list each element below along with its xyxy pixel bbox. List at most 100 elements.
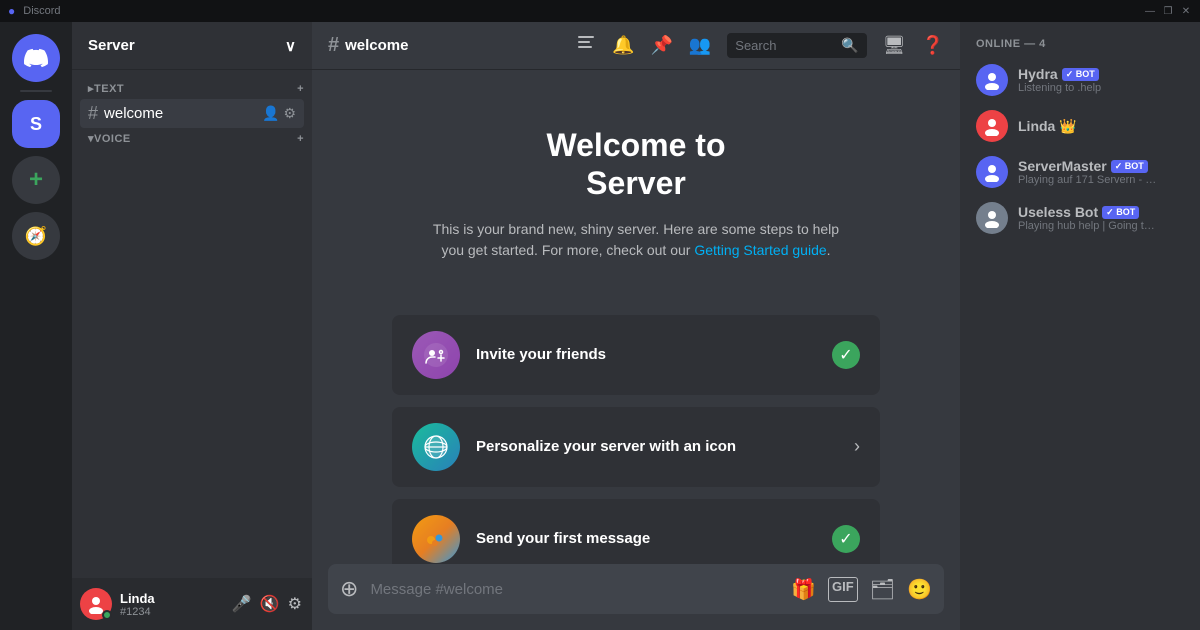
user-tag: #1234: [120, 606, 222, 618]
user-info: Linda #1234: [120, 591, 222, 618]
invite-icon: [412, 331, 460, 379]
message-attach-button[interactable]: ⊕: [340, 564, 358, 614]
header-actions: 🔔 📌 👥 🔍 🖥 ❓: [576, 33, 944, 58]
member-name-hydra: Hydra: [1018, 66, 1058, 82]
emoji-button[interactable]: 🙂: [907, 577, 932, 602]
help-icon[interactable]: ❓: [922, 35, 944, 56]
member-avatar-hydra: [976, 64, 1008, 96]
server-header[interactable]: Server ∨: [72, 22, 312, 70]
server-list: S + 🧭: [0, 22, 72, 630]
member-name-servermaster: ServerMaster: [1018, 158, 1107, 174]
settings-icon[interactable]: ⚙: [283, 105, 296, 122]
message-input-bar: ⊕ 🎁 GIF 🗂 🙂: [328, 564, 944, 614]
members-icon[interactable]: 👥: [689, 35, 711, 56]
notification-icon[interactable]: 🔔: [612, 35, 634, 56]
servermaster-bot-badge: ✓ BOT: [1111, 160, 1148, 173]
send-message-label: Send your first message: [476, 530, 816, 547]
discord-home-button[interactable]: [12, 34, 60, 82]
title-bar-text: Discord: [23, 5, 60, 17]
member-name-linda: Linda: [1018, 118, 1055, 134]
user-avatar: [80, 588, 112, 620]
uselessbot-bot-badge: ✓ BOT: [1102, 206, 1139, 219]
main-content: # welcome 🔔 📌 👥 🔍 🖥: [312, 22, 960, 630]
member-status-uselessbot: Playing hub help | Going to sle...: [1018, 220, 1158, 232]
category-text[interactable]: ▸ TEXT +: [72, 78, 312, 99]
server-dropdown-icon: ∨: [285, 37, 296, 55]
invite-check: ✓: [832, 341, 860, 369]
mute-button[interactable]: 🎤: [230, 592, 254, 616]
message-input[interactable]: [370, 569, 779, 610]
search-icon: 🔍: [841, 37, 858, 54]
channel-welcome[interactable]: # welcome 👤 ⚙: [80, 99, 304, 128]
search-input[interactable]: [735, 38, 835, 53]
minimize-button[interactable]: —: [1144, 5, 1156, 17]
inbox-icon[interactable]: 🖥: [883, 35, 906, 56]
user-name: Linda: [120, 591, 222, 606]
message-input-actions: 🎁 GIF 🗂 🙂: [791, 577, 932, 602]
members-list: ONLINE — 4 Hydra ✓ BOT Listening to .hel…: [960, 22, 1200, 630]
member-avatar-linda: [976, 110, 1008, 142]
user-controls: 🎤 🔇 ⚙: [230, 592, 304, 616]
welcome-desc: This is your brand new, shiny server. He…: [412, 219, 860, 261]
checklist-message[interactable]: Send your first message ✓: [392, 499, 880, 564]
invite-label: Invite your friends: [476, 346, 816, 363]
category-voice-label: VOICE: [94, 133, 131, 145]
close-button[interactable]: ✕: [1180, 5, 1192, 17]
channel-list: ▸ TEXT + # welcome 👤 ⚙ ▾ VOICE +: [72, 70, 312, 578]
channel-hash: #: [328, 34, 339, 57]
user-bar: Linda #1234 🎤 🔇 ⚙: [72, 578, 312, 630]
chat-header: # welcome 🔔 📌 👥 🔍 🖥: [312, 22, 960, 70]
member-hydra[interactable]: Hydra ✓ BOT Listening to .help: [968, 58, 1192, 102]
category-voice[interactable]: ▾ VOICE +: [72, 128, 312, 149]
title-bar: ● Discord — ❐ ✕: [0, 0, 1200, 22]
checklist-invite[interactable]: Invite your friends ✓: [392, 315, 880, 395]
channel-header-name: welcome: [345, 37, 408, 54]
add-server-button[interactable]: +: [12, 156, 60, 204]
message-icon: [412, 515, 460, 563]
hydra-bot-badge: ✓ BOT: [1062, 68, 1099, 81]
member-info-uselessbot: Useless Bot ✓ BOT Playing hub help | Goi…: [1018, 204, 1184, 232]
channel-name: welcome: [104, 105, 163, 122]
member-info-hydra: Hydra ✓ BOT Listening to .help: [1018, 66, 1184, 94]
getting-started-link[interactable]: Getting Started guide: [694, 242, 826, 258]
channel-sidebar: Server ∨ ▸ TEXT + # welcome 👤 ⚙ ▾ VOICE …: [72, 22, 312, 630]
window-controls: — ❐ ✕: [1144, 5, 1192, 17]
user-settings-button[interactable]: ⚙: [286, 592, 304, 616]
member-name-row-servermaster: ServerMaster ✓ BOT: [1018, 158, 1184, 174]
server-name: Server: [88, 37, 135, 54]
deafen-button[interactable]: 🔇: [258, 592, 282, 616]
gif-button[interactable]: GIF: [828, 577, 858, 602]
pin-icon[interactable]: 📌: [650, 35, 672, 56]
gift-button[interactable]: 🎁: [791, 577, 816, 602]
maximize-button[interactable]: ❐: [1162, 5, 1174, 17]
add-member-icon[interactable]: 👤: [262, 105, 279, 122]
app-container: S + 🧭 Server ∨ ▸ TEXT + # welcome 👤 ⚙: [0, 22, 1200, 630]
member-uselessbot[interactable]: Useless Bot ✓ BOT Playing hub help | Goi…: [968, 196, 1192, 240]
member-info-servermaster: ServerMaster ✓ BOT Playing auf 171 Serve…: [1018, 158, 1184, 186]
chat-area: Welcome toServer This is your brand new,…: [312, 70, 960, 564]
search-bar[interactable]: 🔍: [727, 33, 866, 58]
member-status-hydra: Listening to .help: [1018, 82, 1158, 94]
member-linda[interactable]: Linda 👑: [968, 104, 1192, 148]
explore-button[interactable]: 🧭: [12, 212, 60, 260]
add-voice-channel-button[interactable]: +: [297, 133, 304, 145]
message-input-area: ⊕ 🎁 GIF 🗂 🙂: [312, 564, 960, 630]
add-text-channel-button[interactable]: +: [297, 83, 304, 95]
member-name-uselessbot: Useless Bot: [1018, 204, 1098, 220]
channel-actions: 👤 ⚙: [262, 105, 296, 122]
personalize-icon: [412, 423, 460, 471]
message-check: ✓: [832, 525, 860, 553]
threads-icon[interactable]: [576, 33, 596, 58]
member-servermaster[interactable]: ServerMaster ✓ BOT Playing auf 171 Serve…: [968, 150, 1192, 194]
sticker-button[interactable]: 🗂: [870, 577, 895, 602]
welcome-title: Welcome toServer: [412, 126, 860, 203]
server-icon-my-server[interactable]: S: [12, 100, 60, 148]
user-status-dot: [102, 610, 112, 620]
member-status-servermaster: Playing auf 171 Servern - /help: [1018, 174, 1158, 186]
personalize-arrow: ›: [854, 436, 860, 457]
checklist: Invite your friends ✓ Persona: [312, 315, 960, 564]
channel-hash-icon: #: [88, 103, 98, 124]
checklist-personalize[interactable]: Personalize your server with an icon ›: [392, 407, 880, 487]
member-name-row-uselessbot: Useless Bot ✓ BOT: [1018, 204, 1184, 220]
category-label: TEXT: [94, 83, 124, 95]
